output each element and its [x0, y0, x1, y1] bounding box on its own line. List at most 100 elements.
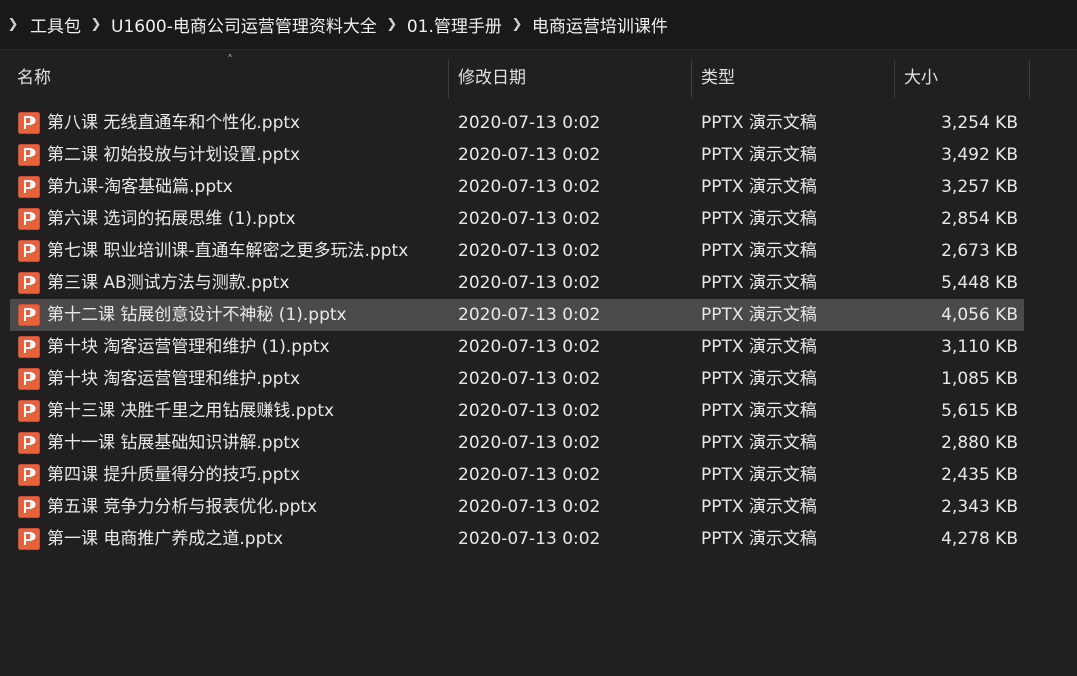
pptx-file-icon — [18, 144, 40, 166]
pptx-file-icon — [18, 496, 40, 518]
file-type: PPTX 演示文稿 — [701, 113, 817, 133]
file-list: 第八课 无线直通车和个性化.pptx 2020-07-13 0:02 PPTX 演示… — [10, 107, 1024, 555]
column-header-date[interactable]: 修改日期 — [449, 58, 691, 98]
pptx-file-icon — [18, 400, 40, 422]
column-header-name-label: 名称 — [17, 68, 51, 88]
file-row[interactable]: 第十一课 钻展基础知识讲解.pptx 2020-07-13 0:02 PPTX 演示… — [10, 427, 1024, 459]
file-date: 2020-07-13 0:02 — [458, 177, 601, 197]
file-size: 3,254 KB — [941, 113, 1018, 133]
file-date: 2020-07-13 0:02 — [458, 305, 601, 325]
file-type: PPTX 演示文稿 — [701, 497, 817, 517]
sort-ascending-icon: ˄ — [227, 53, 233, 67]
file-row[interactable]: 第八课 无线直通车和个性化.pptx 2020-07-13 0:02 PPTX 演示… — [10, 107, 1024, 139]
file-date: 2020-07-13 0:02 — [458, 497, 601, 517]
file-name: 第十三课 决胜千里之用钻展赚钱.pptx — [47, 401, 335, 421]
column-header-size[interactable]: 大小 — [895, 58, 1029, 98]
file-size: 3,110 KB — [941, 337, 1018, 357]
file-size: 4,056 KB — [941, 305, 1018, 325]
file-size: 5,448 KB — [941, 273, 1018, 293]
file-row[interactable]: 第六课 选词的拓展思维 (1).pptx 2020-07-13 0:02 PPTX … — [10, 203, 1024, 235]
chevron-right-icon[interactable]: ❯ — [0, 17, 26, 32]
file-name: 第十块 淘客运营管理和维护.pptx — [47, 369, 301, 389]
pptx-file-icon — [18, 272, 40, 294]
file-size: 2,435 KB — [941, 465, 1018, 485]
chevron-right-icon[interactable]: ❯ — [506, 17, 528, 32]
file-date: 2020-07-13 0:02 — [458, 401, 601, 421]
breadcrumb-item[interactable]: 电商运营培训课件 — [528, 12, 672, 37]
file-name: 第九课-淘客基础篇.pptx — [47, 177, 233, 197]
pptx-file-icon — [18, 464, 40, 486]
file-date: 2020-07-13 0:02 — [458, 337, 601, 357]
address-bar[interactable]: ❯ 工具包 ❯ U1600-电商公司运营管理资料大全 ❯ 01.管理手册 ❯ 电… — [0, 0, 1077, 50]
file-date: 2020-07-13 0:02 — [458, 369, 601, 389]
file-type: PPTX 演示文稿 — [701, 241, 817, 261]
file-type: PPTX 演示文稿 — [701, 369, 817, 389]
pptx-file-icon — [18, 112, 40, 134]
file-row[interactable]: 第十三课 决胜千里之用钻展赚钱.pptx 2020-07-13 0:02 PPTX … — [10, 395, 1024, 427]
file-type: PPTX 演示文稿 — [701, 145, 817, 165]
file-type: PPTX 演示文稿 — [701, 401, 817, 421]
file-row[interactable]: 第七课 职业培训课-直通车解密之更多玩法.pptx 2020-07-13 0:02… — [10, 235, 1024, 267]
chevron-right-icon[interactable]: ❯ — [85, 17, 107, 32]
chevron-right-icon[interactable]: ❯ — [381, 17, 403, 32]
file-name: 第一课 电商推广养成之道.pptx — [47, 529, 284, 549]
file-size: 2,854 KB — [941, 209, 1018, 229]
file-type: PPTX 演示文稿 — [701, 337, 817, 357]
column-header-name[interactable]: 名称 ˄ — [8, 54, 448, 98]
file-row[interactable]: 第二课 初始投放与计划设置.pptx 2020-07-13 0:02 PPTX 演示… — [10, 139, 1024, 171]
file-name: 第七课 职业培训课-直通车解密之更多玩法.pptx — [47, 241, 409, 261]
file-type: PPTX 演示文稿 — [701, 529, 817, 549]
file-size: 2,343 KB — [941, 497, 1018, 517]
file-row[interactable]: 第十块 淘客运营管理和维护 (1).pptx 2020-07-13 0:02 PPT… — [10, 331, 1024, 363]
pptx-file-icon — [18, 208, 40, 230]
breadcrumb-item[interactable]: 01.管理手册 — [403, 12, 506, 37]
file-row[interactable]: 第四课 提升质量得分的技巧.pptx 2020-07-13 0:02 PPTX 演示… — [10, 459, 1024, 491]
file-row[interactable]: 第五课 竞争力分析与报表优化.pptx 2020-07-13 0:02 PPTX 演… — [10, 491, 1024, 523]
column-header-type[interactable]: 类型 — [692, 58, 894, 98]
file-row[interactable]: 第三课 AB测试方法与测款.pptx 2020-07-13 0:02 PPTX 演示… — [10, 267, 1024, 299]
column-header-size-label: 大小 — [904, 68, 938, 88]
pptx-file-icon — [18, 432, 40, 454]
column-header-row: 名称 ˄ 修改日期 类型 大小 — [0, 54, 1077, 98]
file-name: 第二课 初始投放与计划设置.pptx — [47, 145, 301, 165]
file-size: 3,492 KB — [941, 145, 1018, 165]
file-row[interactable]: 第十二课 钻展创意设计不神秘 (1).pptx 2020-07-13 0:02 PP… — [10, 299, 1024, 331]
file-name: 第十二课 钻展创意设计不神秘 (1).pptx — [47, 305, 347, 325]
pptx-file-icon — [18, 176, 40, 198]
file-name: 第十一课 钻展基础知识讲解.pptx — [47, 433, 301, 453]
file-row[interactable]: 第一课 电商推广养成之道.pptx 2020-07-13 0:02 PPTX 演示文… — [10, 523, 1024, 555]
file-date: 2020-07-13 0:02 — [458, 273, 601, 293]
file-size: 2,673 KB — [941, 241, 1018, 261]
file-date: 2020-07-13 0:02 — [458, 113, 601, 133]
file-size: 5,615 KB — [941, 401, 1018, 421]
file-size: 2,880 KB — [941, 433, 1018, 453]
file-date: 2020-07-13 0:02 — [458, 209, 601, 229]
file-row[interactable]: 第十块 淘客运营管理和维护.pptx 2020-07-13 0:02 PPTX 演示… — [10, 363, 1024, 395]
file-date: 2020-07-13 0:02 — [458, 433, 601, 453]
file-row[interactable]: 第九课-淘客基础篇.pptx 2020-07-13 0:02 PPTX 演示文稿 3,… — [10, 171, 1024, 203]
pptx-file-icon — [18, 336, 40, 358]
file-name: 第五课 竞争力分析与报表优化.pptx — [47, 497, 318, 517]
file-date: 2020-07-13 0:02 — [458, 465, 601, 485]
pptx-file-icon — [18, 528, 40, 550]
breadcrumb-item[interactable]: U1600-电商公司运营管理资料大全 — [107, 12, 381, 37]
column-divider[interactable] — [1029, 60, 1030, 98]
file-type: PPTX 演示文稿 — [701, 209, 817, 229]
file-size: 4,278 KB — [941, 529, 1018, 549]
breadcrumb-item[interactable]: 工具包 — [26, 12, 85, 37]
file-size: 1,085 KB — [941, 369, 1018, 389]
file-name: 第四课 提升质量得分的技巧.pptx — [47, 465, 301, 485]
pptx-file-icon — [18, 304, 40, 326]
file-type: PPTX 演示文稿 — [701, 465, 817, 485]
column-header-date-label: 修改日期 — [458, 68, 526, 88]
pptx-file-icon — [18, 240, 40, 262]
file-name: 第八课 无线直通车和个性化.pptx — [47, 113, 301, 133]
file-date: 2020-07-13 0:02 — [458, 241, 601, 261]
file-date: 2020-07-13 0:02 — [458, 529, 601, 549]
file-name: 第三课 AB测试方法与测款.pptx — [47, 273, 290, 293]
file-size: 3,257 KB — [941, 177, 1018, 197]
file-type: PPTX 演示文稿 — [701, 433, 817, 453]
file-type: PPTX 演示文稿 — [701, 273, 817, 293]
pptx-file-icon — [18, 368, 40, 390]
file-name: 第十块 淘客运营管理和维护 (1).pptx — [47, 337, 330, 357]
